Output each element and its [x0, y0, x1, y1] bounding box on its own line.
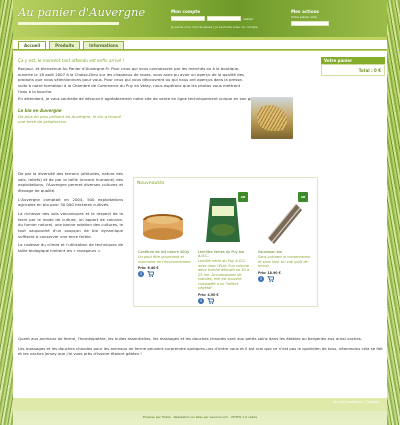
product-name[interactable]: Lentilles Vertes du Puy bio A.O.C.	[198, 250, 253, 258]
main-content: Ça y est, le moment tant attendu est enf…	[13, 51, 387, 411]
product-actions: i	[258, 275, 313, 282]
logo-underline	[18, 22, 119, 25]
info-icon[interactable]: i	[198, 297, 204, 304]
footer-links[interactable]: Accueil boutique | Contact	[333, 400, 379, 404]
bio-subtitle: De plus en plus présent en Auvergne, le …	[18, 113, 121, 125]
product-card: AB Saucisson bio Sans colorant ni conser…	[258, 192, 313, 282]
actions-title: Mes actions	[291, 9, 320, 14]
bottom-paragraph-1: Quant aux animaux de ferme, l'homéopathi…	[18, 336, 363, 341]
product-price: Prix: 18.90 €	[258, 270, 281, 275]
actions-input[interactable]	[291, 21, 329, 26]
ab-badge: AB	[298, 192, 308, 202]
background-grass-left	[0, 0, 13, 425]
tab-informations[interactable]: Informations	[83, 41, 125, 49]
footer-bar: Accueil boutique | Contact	[13, 398, 387, 411]
product-card: AB Lentilles Vertes du Puy bio A.O.C. Le…	[198, 192, 253, 304]
welcome-heading: Ça y est, le moment tant attendu est enf…	[18, 58, 125, 63]
login-box: Mon compte valider Je perdu mon mot de p…	[171, 9, 271, 31]
product-name[interactable]: Saucisson bio	[258, 250, 313, 254]
product-image-lentils[interactable]: AB	[198, 192, 248, 248]
cart-icon[interactable]	[267, 275, 275, 282]
header: Au panier d'Auvergne Mon compte valider …	[13, 0, 387, 37]
cart-icon[interactable]	[147, 270, 155, 278]
new-products-box: Nouveautés Confiture de lait nature 400g…	[133, 177, 318, 307]
info-icon[interactable]: i	[258, 275, 264, 282]
cart-icon[interactable]	[207, 297, 215, 304]
product-description: Lentille verte du Puy A.O.C. mise dans l…	[198, 259, 249, 291]
background-grass-right	[387, 0, 400, 425]
login-title: Mon compte	[171, 9, 201, 14]
login-links[interactable]: Je perdu mon mot de passe | Je souhaite …	[171, 25, 271, 29]
product-image-jam[interactable]	[138, 192, 188, 248]
bio-paragraph-2: L'Auvergne comptait en 2004, 500 exploit…	[18, 196, 123, 208]
login-submit-button[interactable]: valider	[243, 17, 253, 21]
product-actions: i	[138, 270, 193, 278]
tab-produits[interactable]: Produits	[49, 41, 81, 49]
product-image-saucisson[interactable]: AB	[258, 192, 308, 248]
bio-paragraph-3: La richesse des sols volcaniques et le r…	[18, 210, 123, 239]
login-password-field[interactable]	[207, 16, 241, 21]
bio-paragraph-4: La rudesse du climat et l'utilisation de…	[18, 242, 123, 253]
bio-paragraph-1: De par la diversité des terroirs (altitu…	[18, 171, 123, 193]
main-nav: Accueil Produits Informations	[13, 40, 387, 50]
intro-paragraph: Bonjour, et bienvenue Au Panier d'Auverg…	[18, 66, 244, 94]
product-card: Confiture de lait nature 400g Un peut êt…	[138, 192, 193, 278]
product-description: Un peut être gourmand et sommaire de l'e…	[138, 255, 191, 264]
login-row: valider	[171, 16, 271, 21]
cart-total: Total : 0 €	[321, 64, 385, 76]
actions-line: Votre panier vide	[291, 15, 317, 19]
product-price: Prix: 4.90 €	[198, 292, 219, 297]
tab-accueil[interactable]: Accueil	[18, 41, 47, 49]
credits: Proposé par Thalia · Réalisation en site…	[142, 415, 258, 419]
bottom-text: Quant aux animaux de ferme, l'homéopathi…	[18, 336, 383, 357]
new-products-title: Nouveautés	[137, 181, 165, 186]
product-description: Sans colorant ni conservateur et sans la…	[258, 255, 311, 269]
login-email-field[interactable]	[171, 16, 205, 21]
product-price: Prix: 6.40 €	[138, 266, 159, 271]
site-logo[interactable]: Au panier d'Auvergne	[18, 5, 145, 19]
actions-box: Mes actions Votre panier vide	[291, 9, 379, 31]
ab-badge: AB	[238, 192, 248, 202]
bottom-paragraph-2: Les massages et les douches chaudes pour…	[18, 345, 383, 357]
info-icon[interactable]: i	[138, 271, 144, 278]
wheat-photo	[251, 97, 293, 139]
product-name[interactable]: Confiture de lait nature 400g	[138, 250, 193, 254]
cart-title: Votre panier	[321, 57, 385, 64]
bio-column: De par la diversité des terroirs (altitu…	[18, 171, 123, 254]
product-actions: i	[198, 297, 253, 304]
